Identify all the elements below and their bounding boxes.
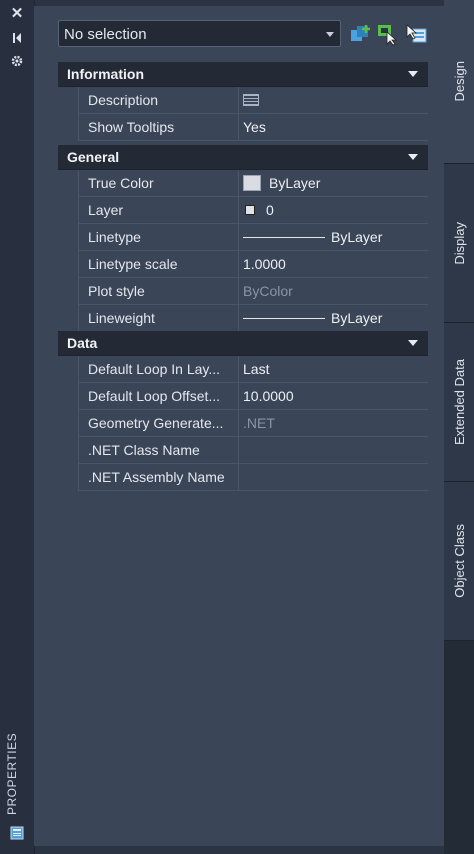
property-row-show-tooltips[interactable]: Show Tooltips Yes [79, 114, 428, 141]
section-header-information[interactable]: Information [58, 62, 428, 87]
property-row-plot-style[interactable]: Plot style ByColor [79, 278, 428, 305]
property-row-lineweight[interactable]: Lineweight ByLayer [79, 305, 428, 332]
select-objects-icon[interactable] [376, 22, 400, 46]
section-data: Data Default Loop In Lay... Last Default… [58, 331, 428, 491]
tab-display[interactable]: Display [444, 164, 474, 323]
collapse-arrow-icon[interactable] [408, 154, 418, 160]
property-row-linetype[interactable]: Linetype ByLayer [79, 224, 428, 251]
section-general: General True Color ByLayer Layer 0 Linet… [58, 145, 428, 332]
property-value[interactable]: Last [239, 356, 428, 382]
property-value-text: ByLayer [331, 229, 383, 245]
linetype-preview [243, 236, 325, 238]
property-name: Linetype [79, 224, 239, 250]
tab-object-class[interactable]: Object Class [444, 482, 474, 641]
section-header-data[interactable]: Data [58, 331, 428, 356]
property-row-linetype-scale[interactable]: Linetype scale 1.0000 [79, 251, 428, 278]
properties-panel-icon[interactable] [10, 826, 24, 840]
description-editor-icon[interactable] [243, 94, 259, 106]
property-row-default-loop-in-layer[interactable]: Default Loop In Lay... Last [79, 356, 428, 383]
tab-label: Display [451, 221, 467, 265]
property-value: .NET [243, 415, 275, 431]
tab-extended-data[interactable]: Extended Data [444, 323, 474, 482]
tab-label: Extended Data [451, 358, 467, 445]
property-value[interactable]: 1.0000 [239, 251, 428, 277]
lineweight-preview [243, 317, 325, 319]
property-value: ByColor [243, 283, 293, 299]
property-value-text: 0 [266, 202, 274, 218]
property-name: Geometry Generate... [79, 410, 239, 436]
property-value[interactable]: ByLayer [239, 305, 428, 331]
selection-value: No selection [64, 26, 147, 43]
collapse-arrow-icon[interactable] [408, 71, 418, 77]
property-row-true-color[interactable]: True Color ByLayer [79, 170, 428, 197]
section-title: Information [67, 66, 144, 82]
property-name: Show Tooltips [79, 114, 239, 140]
section-title: General [67, 149, 120, 165]
tab-label: Design [451, 61, 467, 102]
property-name: Default Loop In Lay... [79, 356, 239, 382]
quick-select-icon[interactable] [349, 22, 373, 46]
property-row-default-loop-offset[interactable]: Default Loop Offset... 10.0000 [79, 383, 428, 410]
palette-title: PROPERTIES [5, 732, 19, 815]
settings-icon[interactable] [9, 54, 25, 68]
property-name: Lineweight [79, 305, 239, 331]
section-information: Information Description Show Tooltips Ye… [58, 62, 428, 141]
color-swatch [243, 175, 261, 191]
selection-dropdown[interactable]: No selection [58, 20, 341, 47]
tab-label: Object Class [451, 524, 467, 598]
property-value[interactable] [239, 87, 428, 113]
property-value-text: ByLayer [331, 310, 383, 326]
property-row-net-assembly-name[interactable]: .NET Assembly Name [79, 464, 428, 491]
property-name: Description [79, 87, 239, 113]
property-name: .NET Class Name [79, 437, 239, 463]
section-header-general[interactable]: General [58, 145, 428, 170]
property-value[interactable]: Yes [239, 114, 428, 140]
property-value[interactable]: 10.0000 [239, 383, 428, 409]
autohide-icon[interactable] [9, 31, 25, 45]
layer-color-icon [245, 205, 255, 215]
section-title: Data [67, 335, 98, 351]
property-row-description[interactable]: Description [79, 87, 428, 114]
property-row-geometry-generator[interactable]: Geometry Generate... .NET [79, 410, 428, 437]
toggle-pickadd-icon[interactable] [404, 22, 428, 46]
selection-toolbar: No selection [58, 20, 438, 50]
property-value[interactable]: ByLayer [239, 170, 428, 196]
property-name: Layer [79, 197, 239, 223]
property-name: Plot style [79, 278, 239, 304]
property-name: Linetype scale [79, 251, 239, 277]
palette-tabs: Design Display Extended Data Object Clas… [444, 0, 474, 854]
close-icon[interactable]: ✕ [9, 6, 25, 21]
property-value-text: ByLayer [269, 175, 321, 191]
property-value[interactable]: ByLayer [239, 224, 428, 250]
property-name: .NET Assembly Name [79, 464, 239, 490]
tab-design[interactable]: Design [444, 0, 474, 164]
property-value [239, 464, 428, 490]
property-value[interactable]: 0 [239, 197, 428, 223]
properties-panel: No selection Information Description Sho… [34, 6, 445, 846]
chevron-down-icon [326, 32, 334, 37]
palette-title-strip: ✕ PROPERTIES [0, 0, 35, 854]
collapse-arrow-icon[interactable] [408, 340, 418, 346]
property-row-net-class-name[interactable]: .NET Class Name [79, 437, 428, 464]
property-name: True Color [79, 170, 239, 196]
property-name: Default Loop Offset... [79, 383, 239, 409]
property-row-layer[interactable]: Layer 0 [79, 197, 428, 224]
property-value [239, 437, 428, 463]
